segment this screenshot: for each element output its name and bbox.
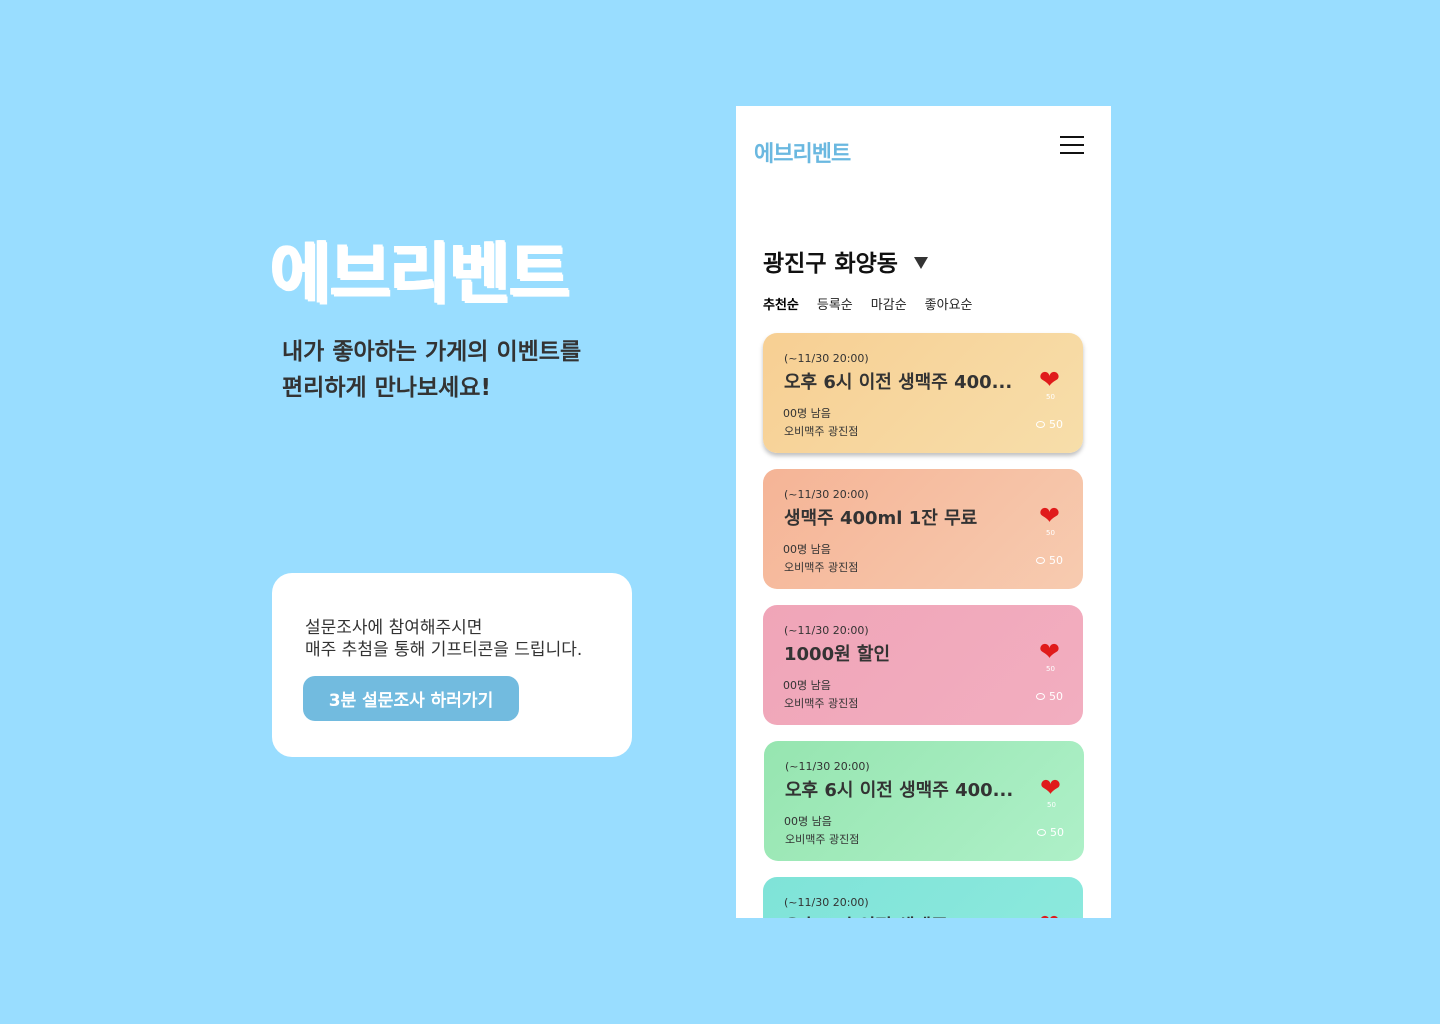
tagline-line1: 내가 좋아하는 가게의 이벤트를 [282,339,582,365]
heart-icon[interactable]: ❤ [1039,639,1060,664]
tagline: 내가 좋아하는 가게의 이벤트를 편리하게 만나보세요! [282,334,581,406]
comment-count-value: 50 [1049,554,1063,567]
event-remaining: 00명 남음 [783,407,831,420]
event-store: 오비맥주 광진점 [784,561,859,574]
event-title: 오후 6시 이전 생맥주 400... [784,372,1013,393]
comment-count: 50 [1036,690,1063,703]
event-card[interactable]: (~11/30 20:00) 오후 6시 이전 생맥주 400... 00명 남음오… [764,741,1084,861]
comment-icon [1036,421,1045,428]
event-store: 오비맥주 광진점 [784,425,859,438]
app-logo[interactable]: 에브리벤트 [754,136,851,168]
event-card[interactable]: (~11/30 20:00) 오후 6시 이전 생맥주 400... 00명 남음오… [763,333,1083,453]
location-selector[interactable]: 광진구 화양동 [763,244,928,278]
comment-count-value: 50 [1049,690,1063,703]
caret-down-icon [913,257,928,269]
comment-icon [1036,557,1045,564]
heart-icon[interactable]: ❤ [1039,911,1060,918]
event-store: 오비맥주 광진점 [784,697,859,710]
sort-tab-newest[interactable]: 등록순 [817,294,853,313]
event-card[interactable]: (~11/30 20:00) 생맥주 400ml 1잔 무료 00명 남음오비맥주 … [763,469,1083,589]
like-count: 50 [1046,393,1055,401]
heart-icon[interactable]: ❤ [1039,503,1060,528]
event-date: (~11/30 20:00) [785,760,870,773]
event-date: (~11/30 20:00) [784,624,869,637]
survey-button[interactable]: 3분 설문조사 하러가기 [303,676,519,721]
phone-screen: 에브리벤트 광진구 화양동 추천순 등록순 마감순 좋아요순 (~11/30 2… [736,106,1111,918]
event-store: 오비맥주 광진점 [785,833,860,846]
hero-logo: 에브리벤트 [270,235,570,312]
event-title: 오후 6시 이전 생맥주 400... [784,912,1012,918]
hamburger-menu-icon[interactable] [1060,136,1084,154]
like-count: 50 [1046,529,1055,537]
comment-icon [1036,693,1045,700]
event-title: 생맥주 400ml 1잔 무료 [784,508,978,529]
comment-count: 50 [1036,554,1063,567]
location-label: 광진구 화양동 [763,251,898,277]
sort-tab-recommended[interactable]: 추천순 [763,294,799,313]
like-count: 50 [1046,665,1055,673]
survey-text: 설문조사에 참여해주시면 매주 추첨을 통해 기프티콘을 드립니다. [305,617,582,661]
comment-icon [1037,829,1046,836]
event-title: 오후 6시 이전 생맥주 400... [785,780,1014,801]
event-date: (~11/30 20:00) [784,488,869,501]
event-card[interactable]: (~11/30 20:00) 1000원 할인 00명 남음 오비맥주 광진점 ❤ 50 5… [763,605,1083,725]
event-remaining: 00명 남음 [784,815,832,828]
event-card[interactable]: (~11/30 20:00)오후 6시 이전 생맥주 400...00명 남음오… [763,877,1083,918]
sort-tab-likes[interactable]: 좋아요순 [925,294,973,313]
comment-count-value: 50 [1049,418,1063,431]
survey-text-line1: 설문조사에 참여해주시면 [305,618,483,638]
sort-tab-deadline[interactable]: 마감순 [871,294,907,313]
event-remaining: 00명 남음 [783,679,831,692]
survey-card: 설문조사에 참여해주시면 매주 추첨을 통해 기프티콘을 드립니다. 3분 설문… [272,573,632,757]
sort-tabs: 추천순 등록순 마감순 좋아요순 [763,294,973,313]
like-count: 50 [1047,801,1056,809]
comment-count: 50 [1036,418,1063,431]
tagline-line2: 편리하게 만나보세요! [282,375,491,401]
comment-count: 50 [1037,826,1064,839]
survey-text-line2: 매주 추첨을 통해 기프티콘을 드립니다. [305,640,583,660]
event-remaining: 00명 남음 [783,543,831,556]
heart-icon[interactable]: ❤ [1040,775,1061,800]
heart-icon[interactable]: ❤ [1039,367,1060,392]
event-date: (~11/30 20:00) [784,896,869,909]
event-title: 1000원 할인 [784,644,891,665]
comment-count-value: 50 [1050,826,1064,839]
event-date: (~11/30 20:00) [784,352,869,365]
